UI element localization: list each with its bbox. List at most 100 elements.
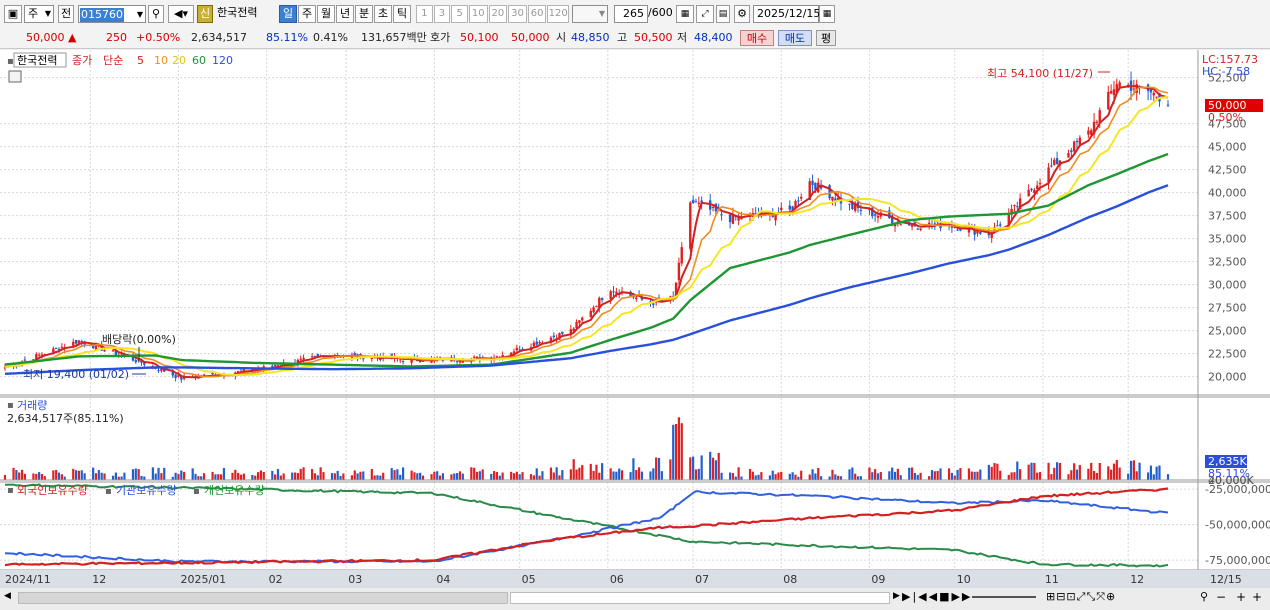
buy-button[interactable]: 매수 xyxy=(740,30,774,46)
date-input[interactable]: 2025/12/15 xyxy=(753,5,820,23)
volume-bar xyxy=(572,459,575,480)
period-tab-0[interactable]: 일 xyxy=(279,5,297,23)
scrollbar-thumb[interactable] xyxy=(510,592,890,604)
interval-button-2[interactable]: 5 xyxy=(451,5,468,23)
panel-stock-name: 한국전력 xyxy=(17,54,57,67)
volume-bar xyxy=(589,463,592,480)
speaker-icon[interactable]: ◀▾ xyxy=(168,5,194,23)
zoom-slider[interactable] xyxy=(972,596,1036,598)
stock-chart[interactable]: 52,50047,50045,00042,50040,00037,50035,0… xyxy=(0,50,1270,590)
volume-bar xyxy=(1129,460,1133,480)
volume-bar xyxy=(711,457,715,480)
view-tools[interactable]: ⊞⊟⊡⤢⤡⤧⊕ xyxy=(1046,590,1116,604)
period-tab-1[interactable]: 주 xyxy=(298,5,316,23)
volume-bar xyxy=(700,455,703,480)
grid-icon[interactable]: ▦ xyxy=(676,5,694,23)
avg-button[interactable]: 평 xyxy=(816,30,836,46)
volume-bar xyxy=(760,472,763,480)
volume-bar xyxy=(359,471,362,480)
code-input[interactable]: 015760 ▼ xyxy=(78,5,146,23)
volume-bar xyxy=(72,468,75,480)
interval-button-6[interactable]: 60 xyxy=(527,5,547,23)
candle-body xyxy=(299,358,302,360)
interval-button-1[interactable]: 3 xyxy=(433,5,451,23)
volume-bar xyxy=(74,470,78,480)
window-icon[interactable]: ▣ xyxy=(4,5,22,23)
prev-button[interactable]: 전 xyxy=(58,5,74,23)
volume-bar xyxy=(771,470,774,480)
zoom-in-icon[interactable]: + xyxy=(1236,590,1246,604)
period-tab-2[interactable]: 월 xyxy=(317,5,335,23)
volume-bar xyxy=(296,472,299,480)
period-tab-6[interactable]: 틱 xyxy=(393,5,411,23)
quote-bar: 50,000 ▲ 250 +0.50% 2,634,517 85.11% 0.4… xyxy=(0,28,1270,49)
x-tick-label: 2024/11 xyxy=(5,573,51,586)
volume-bar xyxy=(1118,467,1121,480)
x-tick-label: 07 xyxy=(695,573,709,586)
volume-bar xyxy=(851,467,854,480)
scroll-left-icon[interactable]: ◀ xyxy=(4,591,16,605)
calculator-icon[interactable] xyxy=(8,70,22,83)
volume-bar xyxy=(728,472,732,480)
volume-bar xyxy=(342,473,345,480)
volume-bar xyxy=(231,472,234,480)
volume-bar xyxy=(618,468,621,480)
candle-body xyxy=(873,214,877,216)
legend-type: 단순 xyxy=(103,54,123,67)
period-tab-5[interactable]: 초 xyxy=(374,5,392,23)
volume-bar xyxy=(222,468,226,480)
volume-bar xyxy=(549,467,553,480)
volume-bar xyxy=(23,473,27,480)
sin-badge[interactable]: 신 xyxy=(197,5,213,23)
interval-button-0[interactable]: 1 xyxy=(416,5,433,23)
count-input[interactable]: 265 xyxy=(614,5,648,23)
period-tab-3[interactable]: 년 xyxy=(336,5,354,23)
volume-bar xyxy=(692,456,695,480)
candle-body xyxy=(455,361,459,363)
volume-bar xyxy=(401,467,405,480)
volume-bar xyxy=(322,472,325,480)
volume-bar xyxy=(200,476,203,480)
volume-bar xyxy=(1053,467,1056,480)
scrollbar-track[interactable] xyxy=(18,592,508,604)
x-tick-label: 05 xyxy=(522,573,536,586)
add-icon[interactable]: + xyxy=(1252,590,1262,604)
volume-bar xyxy=(416,473,419,480)
interval-button-7[interactable]: 120 xyxy=(547,5,569,23)
interval-button-5[interactable]: 30 xyxy=(508,5,527,23)
interval-button-3[interactable]: 10 xyxy=(468,5,488,23)
sell-button[interactable]: 매도 xyxy=(778,30,812,46)
volume-bar xyxy=(1070,470,1073,480)
open-price: 48,850 xyxy=(571,31,610,44)
draw-icon[interactable]: ⤢ xyxy=(696,5,714,23)
candle-body xyxy=(1166,104,1170,106)
volume-bar xyxy=(848,469,851,480)
interval-button-4[interactable]: 20 xyxy=(488,5,508,23)
candle-body xyxy=(1067,153,1070,158)
save-icon[interactable]: ▤ xyxy=(716,5,730,23)
zoom-out-icon[interactable]: − xyxy=(1216,590,1226,604)
volume-bar xyxy=(353,470,356,480)
gear-icon[interactable]: ⚙ xyxy=(734,5,750,23)
volume-bar xyxy=(183,471,186,480)
volume-bar xyxy=(256,472,260,480)
volume-bar xyxy=(598,472,601,480)
volume-bar xyxy=(458,471,462,480)
interval-dropdown[interactable]: ▼ xyxy=(572,5,608,23)
volume-bar xyxy=(609,468,612,480)
x-tick-label: 04 xyxy=(436,573,450,586)
search-icon[interactable]: ⚲ xyxy=(148,5,164,23)
volume-bar xyxy=(140,475,143,480)
type-select[interactable]: 주 ▼ xyxy=(24,5,54,23)
volume-bar xyxy=(612,471,615,480)
playback-controls[interactable]: ▶|◀◀■▶▶ xyxy=(902,590,972,603)
panel-marker-icon: ▪ xyxy=(7,485,14,496)
zoom-icon[interactable]: ⚲ xyxy=(1200,590,1208,603)
period-tab-4[interactable]: 분 xyxy=(355,5,373,23)
price-tick: 37,500 xyxy=(1208,210,1247,223)
candle-body xyxy=(780,207,783,211)
legend-close: 종가 xyxy=(72,54,92,67)
candle-body xyxy=(1013,205,1016,207)
candle-body xyxy=(834,198,837,201)
calendar-icon[interactable]: ▦ xyxy=(819,5,835,23)
